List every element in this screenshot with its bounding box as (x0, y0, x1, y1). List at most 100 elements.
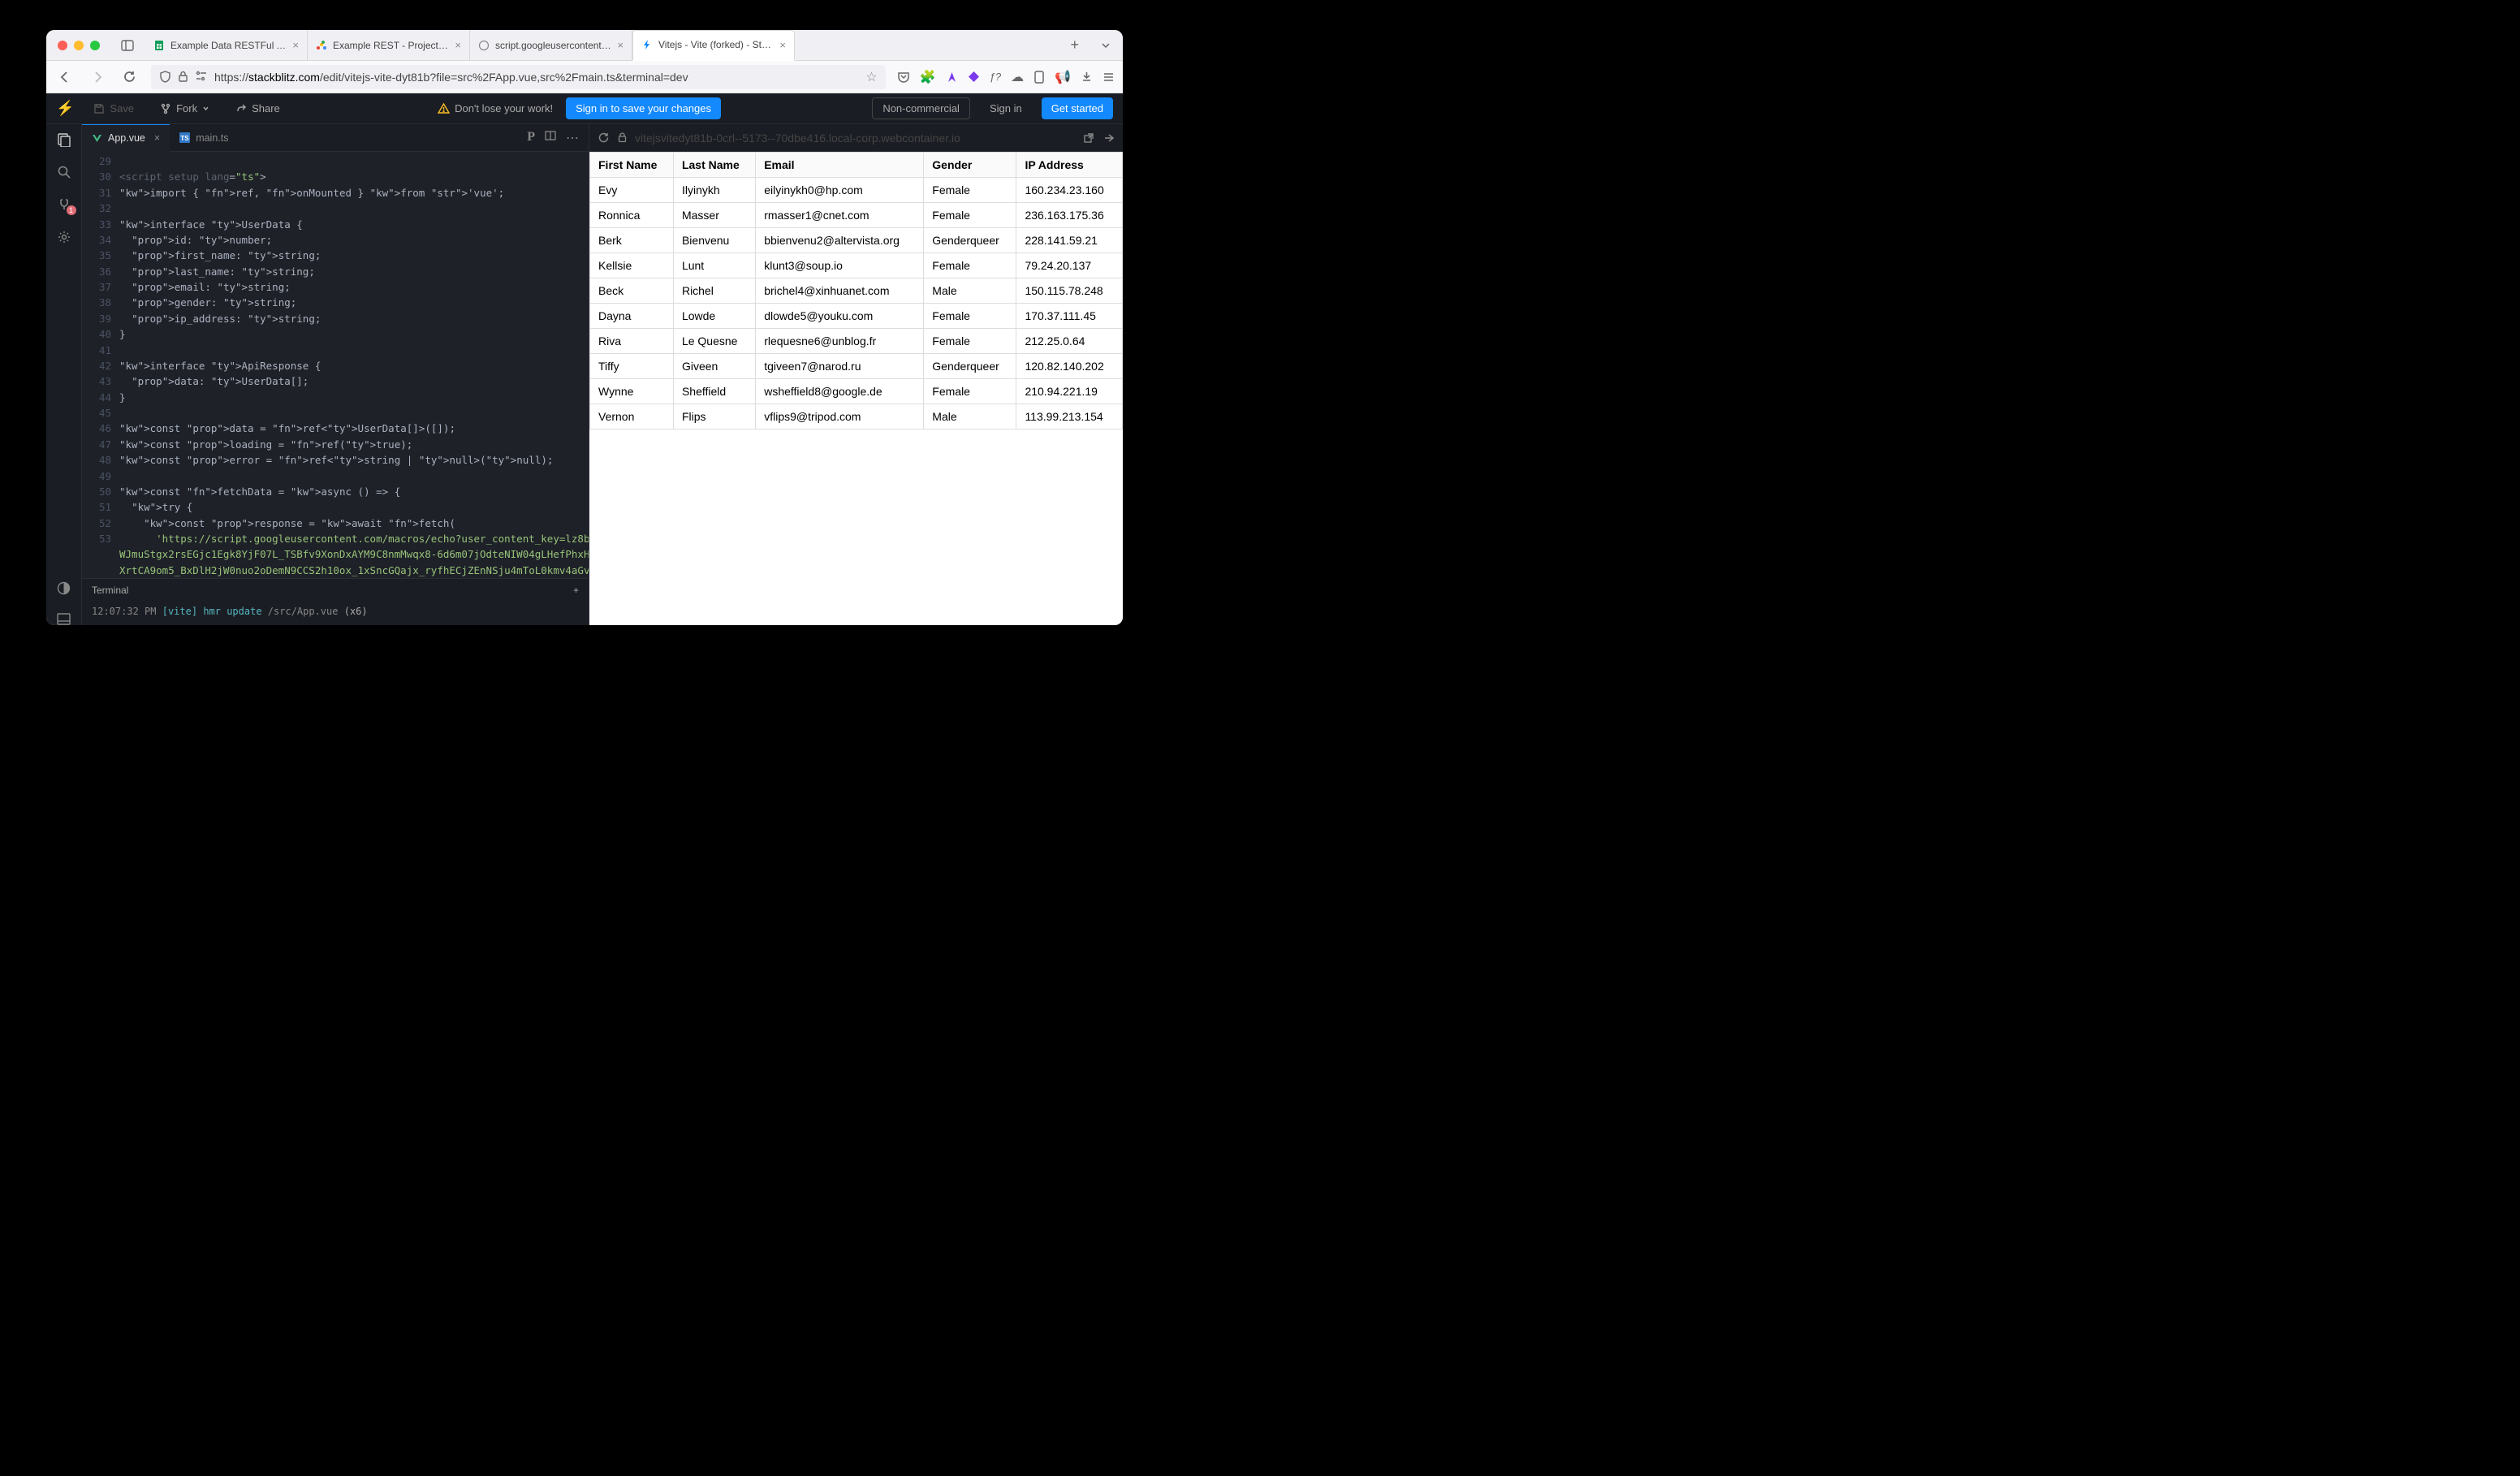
table-cell: 170.37.111.45 (1016, 304, 1123, 329)
file-name: App.vue (108, 132, 145, 144)
tab-label: script.googleusercontent.com/mac… (495, 40, 611, 51)
table-cell: Dayna (590, 304, 674, 329)
sidebar-toggle-icon[interactable] (121, 40, 134, 51)
signin-save-button[interactable]: Sign in to save your changes (566, 97, 721, 119)
warning-icon (438, 102, 450, 114)
table-cell: 236.163.175.36 (1016, 203, 1123, 228)
tab-label: Example Data RESTFul API - G… (170, 40, 287, 51)
panel-icon[interactable] (57, 613, 71, 625)
column-header: Gender (924, 153, 1016, 178)
tab-overflow-icon[interactable] (1089, 40, 1123, 51)
new-tab-button[interactable]: + (1060, 37, 1089, 54)
svg-text:TS: TS (181, 135, 190, 142)
table-cell: 210.94.221.19 (1016, 379, 1123, 404)
table-cell: Kellsie (590, 253, 674, 278)
table-cell: Female (924, 304, 1016, 329)
extension-icon-2[interactable] (946, 71, 958, 83)
menu-icon[interactable] (1102, 71, 1115, 83)
table-cell: Wynne (590, 379, 674, 404)
data-table: First NameLast NameEmailGenderIP Address… (589, 152, 1123, 429)
code-editor[interactable]: 29 30 31 32 33 34 35 36 37 38 39 40 41 4… (82, 152, 589, 578)
table-cell: Female (924, 329, 1016, 354)
tab-favicon (641, 39, 653, 50)
save-button[interactable]: Save (87, 99, 140, 118)
maximize-window-button[interactable] (90, 41, 100, 50)
tab-close-icon[interactable]: × (779, 39, 786, 51)
table-cell: Lunt (673, 253, 755, 278)
editor-tab[interactable]: App.vue × (82, 124, 170, 152)
preview-reload-icon[interactable] (598, 132, 610, 144)
table-row: RivaLe Quesnerlequesne6@unblog.frFemale2… (590, 329, 1123, 354)
activity-bar: 1 (46, 124, 82, 625)
ports-badge: 1 (67, 205, 76, 215)
table-cell: vflips9@tripod.com (756, 404, 924, 429)
downloads-icon[interactable] (1081, 71, 1093, 83)
getstarted-button[interactable]: Get started (1042, 97, 1113, 119)
security-icons[interactable] (159, 71, 208, 83)
table-cell: Male (924, 278, 1016, 304)
new-terminal-icon[interactable]: + (573, 585, 579, 596)
browser-tab[interactable]: Example REST - Project Editor …× (308, 30, 470, 61)
settings-icon[interactable] (57, 230, 71, 244)
terminal[interactable]: 12:07:32 PM [vite] hmr update /src/App.v… (82, 601, 589, 625)
extension-icon-5[interactable]: ☁ (1011, 69, 1024, 85)
table-cell: Riva (590, 329, 674, 354)
url-box[interactable]: https://stackblitz.com/edit/vitejs-vite-… (151, 65, 886, 89)
extension-icon-7[interactable]: 📢 (1055, 69, 1071, 85)
browser-tab[interactable]: Vitejs - Vite (forked) - StackBlit… × (632, 30, 795, 61)
close-preview-icon[interactable] (1102, 132, 1115, 144)
tab-close-icon[interactable]: × (617, 39, 624, 51)
table-row: DaynaLowdedlowde5@youku.comFemale170.37.… (590, 304, 1123, 329)
more-icon[interactable]: ⋯ (566, 130, 579, 146)
shield-icon (159, 71, 171, 83)
share-button[interactable]: Share (229, 99, 287, 118)
editor-tab[interactable]: TSmain.ts (170, 124, 238, 152)
column-header: Email (756, 153, 924, 178)
preview-url[interactable]: vitejsvitedyt81b-0crl--5173--70dbe416.lo… (635, 132, 1075, 145)
editor-tabs: App.vue × TSmain.ts P ⋯ (82, 124, 589, 152)
url-text: https://stackblitz.com/edit/vitejs-vite-… (214, 71, 859, 84)
stackblitz-logo-icon[interactable]: ⚡ (56, 100, 74, 117)
fork-button[interactable]: Fork (153, 99, 216, 118)
prettier-icon[interactable]: P (527, 130, 535, 146)
table-cell: Lowde (673, 304, 755, 329)
tab-label: Vitejs - Vite (forked) - StackBlit… (658, 39, 774, 50)
noncommercial-badge[interactable]: Non-commercial (872, 97, 970, 119)
column-header: Last Name (673, 153, 755, 178)
table-row: EvyIlyinykheilyinykh0@hp.comFemale160.23… (590, 178, 1123, 203)
table-cell: Vernon (590, 404, 674, 429)
tab-close-icon[interactable]: × (292, 39, 299, 51)
column-header: IP Address (1016, 153, 1123, 178)
tab-close-icon[interactable]: × (455, 39, 461, 51)
minimize-window-button[interactable] (74, 41, 84, 50)
browser-address-bar: https://stackblitz.com/edit/vitejs-vite-… (46, 61, 1123, 93)
reload-button[interactable] (119, 67, 140, 87)
forward-button[interactable] (87, 67, 108, 88)
split-editor-icon[interactable] (545, 130, 556, 146)
extension-icon-3[interactable] (968, 71, 980, 83)
table-cell: Male (924, 404, 1016, 429)
terminal-label[interactable]: Terminal (92, 585, 128, 596)
close-window-button[interactable] (58, 41, 67, 50)
tab-close-icon[interactable]: × (154, 132, 160, 144)
table-cell: Sheffield (673, 379, 755, 404)
signin-button[interactable]: Sign in (983, 99, 1029, 118)
extension-icon-4[interactable]: ƒ? (990, 71, 1001, 83)
extension-icon-1[interactable]: 🧩 (920, 69, 936, 85)
ports-icon[interactable]: 1 (57, 197, 71, 212)
browser-tab[interactable]: Example Data RESTFul API - G… × (145, 30, 308, 61)
table-cell: dlowde5@youku.com (756, 304, 924, 329)
table-cell: 79.24.20.137 (1016, 253, 1123, 278)
bookmark-star-icon[interactable]: ☆ (865, 69, 877, 85)
extension-icon-6[interactable] (1033, 71, 1045, 84)
open-new-icon[interactable] (1083, 132, 1094, 144)
search-icon[interactable] (57, 165, 71, 179)
table-row: BerkBienvenubbienvenu2@altervista.orgGen… (590, 228, 1123, 253)
theme-icon[interactable] (57, 581, 71, 595)
table-cell: wsheffield8@google.de (756, 379, 924, 404)
pocket-icon[interactable] (897, 71, 910, 84)
back-button[interactable] (54, 67, 76, 88)
explorer-icon[interactable] (57, 132, 71, 147)
browser-tab[interactable]: script.googleusercontent.com/mac… × (470, 30, 632, 61)
table-cell: klunt3@soup.io (756, 253, 924, 278)
